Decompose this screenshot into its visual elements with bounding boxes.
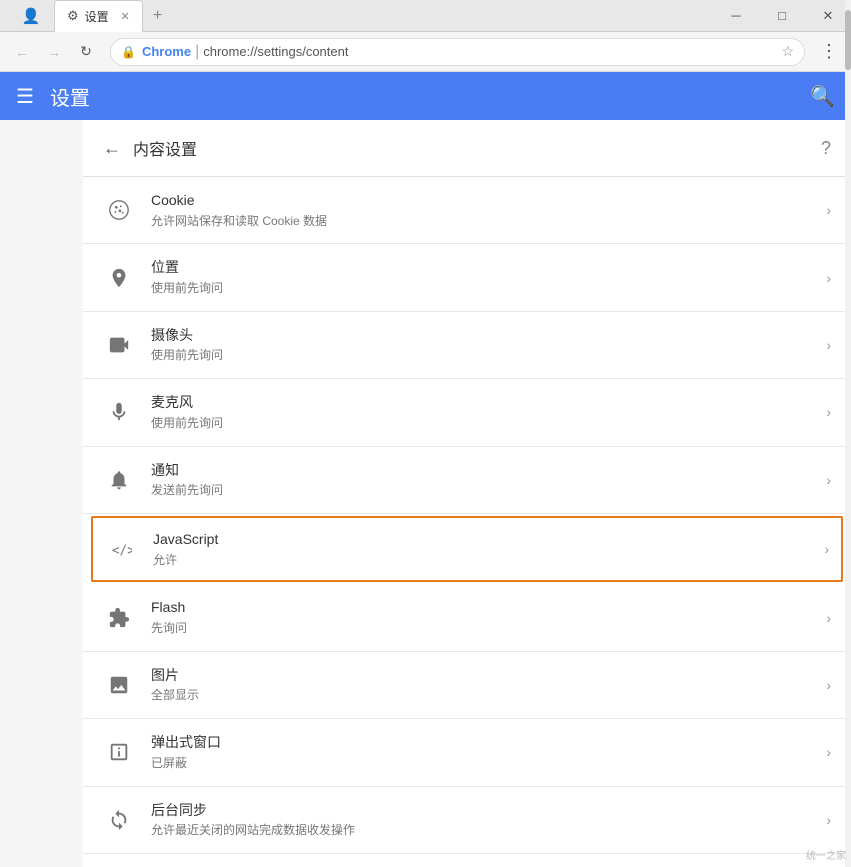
hamburger-menu-icon[interactable]: ☰ — [16, 84, 34, 109]
image-title: 图片 — [151, 666, 826, 686]
background-sync-subtitle: 允许最近关闭的网站完成数据收发操作 — [151, 822, 826, 839]
content-wrapper: ← 内容设置 ? Cookie 允许网站保存和读取 Cookie 数据 › 位置… — [0, 120, 851, 867]
javascript-item[interactable]: </> JavaScript 允许 › — [91, 516, 843, 582]
scrollbar[interactable] — [845, 0, 851, 867]
cookie-title: Cookie — [151, 191, 826, 211]
back-arrow-button[interactable]: ← — [103, 138, 121, 159]
notification-title: 通知 — [151, 461, 826, 481]
back-button[interactable]: ← — [8, 38, 36, 66]
camera-icon — [103, 329, 135, 361]
javascript-subtitle: 允许 — [153, 552, 824, 569]
notification-arrow: › — [826, 472, 831, 488]
list-item[interactable]: 后台同步 允许最近关闭的网站完成数据收发操作 › — [83, 787, 851, 854]
titlebar-left: 👤 ⚙ 设置 ✕ + — [8, 0, 172, 32]
flash-title: Flash — [151, 598, 826, 618]
browser-toolbar: ← → ↻ 🔒 Chrome | chrome://settings/conte… — [0, 32, 851, 72]
microphone-subtitle: 使用前先询问 — [151, 415, 826, 432]
lock-icon: 🔒 — [121, 45, 136, 59]
list-item[interactable]: 位置 使用前先询问 › — [83, 244, 851, 311]
popup-icon — [103, 736, 135, 768]
active-tab[interactable]: ⚙ 设置 ✕ — [54, 0, 143, 32]
window-controls: ─ □ ✕ — [713, 0, 851, 32]
address-site: Chrome — [142, 44, 191, 59]
settings-header: ← 内容设置 ? — [83, 120, 851, 177]
notification-subtitle: 发送前先询问 — [151, 482, 826, 499]
camera-title: 摄像头 — [151, 326, 826, 346]
tab-close-button[interactable]: ✕ — [121, 10, 130, 23]
camera-arrow: › — [826, 337, 831, 353]
javascript-text: JavaScript 允许 — [153, 530, 824, 568]
titlebar: 👤 ⚙ 设置 ✕ + ─ □ ✕ — [0, 0, 851, 32]
cookie-text: Cookie 允许网站保存和读取 Cookie 数据 — [151, 191, 826, 229]
list-item[interactable]: Flash 先询问 › — [83, 584, 851, 651]
list-item[interactable]: 弹出式窗口 已屏蔽 › — [83, 719, 851, 786]
image-icon — [103, 669, 135, 701]
image-text: 图片 全部显示 — [151, 666, 826, 704]
flash-subtitle: 先询问 — [151, 620, 826, 637]
location-title: 位置 — [151, 258, 826, 278]
microphone-icon — [103, 396, 135, 428]
restore-button[interactable]: □ — [759, 0, 805, 32]
popup-title: 弹出式窗口 — [151, 733, 826, 753]
microphone-arrow: › — [826, 404, 831, 420]
chrome-header: ☰ 设置 🔍 — [0, 72, 851, 120]
cookie-arrow: › — [826, 202, 831, 218]
camera-subtitle: 使用前先询问 — [151, 347, 826, 364]
minimize-button[interactable]: ─ — [713, 0, 759, 32]
location-icon — [103, 262, 135, 294]
address-separator: | — [195, 43, 199, 61]
search-icon[interactable]: 🔍 — [810, 84, 835, 109]
list-item[interactable]: 摄像头 使用前先询问 › — [83, 312, 851, 379]
microphone-title: 麦克风 — [151, 393, 826, 413]
sync-icon — [103, 804, 135, 836]
microphone-text: 麦克风 使用前先询问 — [151, 393, 826, 431]
popup-arrow: › — [826, 744, 831, 760]
flash-arrow: › — [826, 610, 831, 626]
javascript-arrow: › — [824, 541, 829, 557]
refresh-button[interactable]: ↻ — [72, 38, 100, 66]
image-arrow: › — [826, 677, 831, 693]
tab-settings-icon: ⚙ — [67, 8, 79, 24]
background-sync-title: 后台同步 — [151, 801, 826, 821]
page-title-header: 设置 — [50, 82, 90, 111]
flash-text: Flash 先询问 — [151, 598, 826, 636]
main-content: ← 内容设置 ? Cookie 允许网站保存和读取 Cookie 数据 › 位置… — [83, 120, 851, 867]
forward-button[interactable]: → — [40, 38, 68, 66]
sidebar — [0, 120, 83, 867]
bookmark-star-icon[interactable]: ☆ — [781, 43, 794, 60]
popup-text: 弹出式窗口 已屏蔽 — [151, 733, 826, 771]
address-url: chrome://settings/content — [203, 44, 777, 59]
list-item[interactable]: 通知 发送前先询问 › — [83, 447, 851, 514]
notification-icon — [103, 464, 135, 496]
javascript-icon: </> — [105, 533, 137, 565]
scrollbar-thumb[interactable] — [845, 10, 851, 70]
user-icon: 👤 — [8, 0, 54, 32]
list-item[interactable]: 图片 全部显示 › — [83, 652, 851, 719]
location-text: 位置 使用前先询问 — [151, 258, 826, 296]
background-sync-text: 后台同步 允许最近关闭的网站完成数据收发操作 — [151, 801, 826, 839]
cookie-subtitle: 允许网站保存和读取 Cookie 数据 — [151, 213, 826, 230]
location-arrow: › — [826, 270, 831, 286]
image-subtitle: 全部显示 — [151, 687, 826, 704]
list-item[interactable]: 麦克风 使用前先询问 › — [83, 379, 851, 446]
list-item[interactable]: Cookie 允许网站保存和读取 Cookie 数据 › — [83, 177, 851, 244]
popup-subtitle: 已屏蔽 — [151, 755, 826, 772]
camera-text: 摄像头 使用前先询问 — [151, 326, 826, 364]
new-tab-button[interactable]: + — [143, 2, 172, 30]
watermark: 统一之家 — [806, 847, 846, 862]
content-settings-title: 内容设置 — [133, 136, 809, 160]
tab-label: 设置 — [85, 8, 109, 25]
location-subtitle: 使用前先询问 — [151, 280, 826, 297]
address-bar[interactable]: 🔒 Chrome | chrome://settings/content ☆ — [110, 38, 805, 66]
javascript-title: JavaScript — [153, 530, 824, 550]
help-icon[interactable]: ? — [821, 138, 831, 159]
background-sync-arrow: › — [826, 812, 831, 828]
cookie-icon — [103, 194, 135, 226]
chrome-menu-button[interactable]: ⋮ — [815, 38, 843, 66]
flash-icon — [103, 602, 135, 634]
svg-text:</>: </> — [112, 544, 132, 559]
notification-text: 通知 发送前先询问 — [151, 461, 826, 499]
